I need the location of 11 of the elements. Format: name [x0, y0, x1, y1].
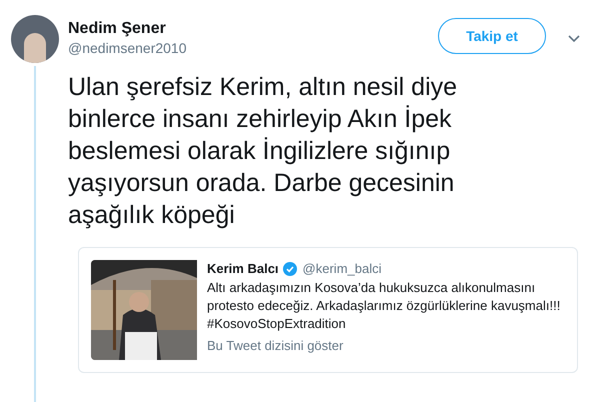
quoted-tweet-text: Altı arkadaşımızın Kosova’da hukuksuzca alıkonulmasını protesto edeceğiz. Arkadaşlarımız özgürlüklerine kavuşmalı!!! #KosovoStopExtradition [207, 279, 562, 333]
quoted-tweet-card[interactable]: Kerim Balcı @kerim_balci Altı arkadaşımızın Kosova’da hukuksuzca alıkonulmasını protesto edeceğiz. Arkadaşlarımız özgürlüklerine kavuşmalı!!! #KosovoStopExtradition Bu Tweet dizisini göster [78, 247, 578, 373]
quoted-author-handle: @kerim_balci [302, 260, 382, 278]
quoted-author-name: Kerim Balcı [207, 260, 279, 278]
follow-button[interactable]: Takip et [438, 18, 546, 54]
tweet-text: Ulan şerefsiz Kerim, altın nesil diye binlerce insanı zehirleyip Akın İpek beslemesi olarak İngilizlere sığınıp yaşıyorsun orada. Darbe gecesinin aşağılık köpeği [68, 72, 458, 231]
author-name[interactable]: Nedim Şener [68, 19, 438, 39]
show-thread-link[interactable]: Bu Tweet dizisini göster [207, 337, 344, 355]
avatar[interactable] [10, 15, 58, 63]
chevron-down-icon[interactable] [568, 35, 580, 43]
author-handle[interactable]: @nedimsener2010 [68, 39, 438, 57]
